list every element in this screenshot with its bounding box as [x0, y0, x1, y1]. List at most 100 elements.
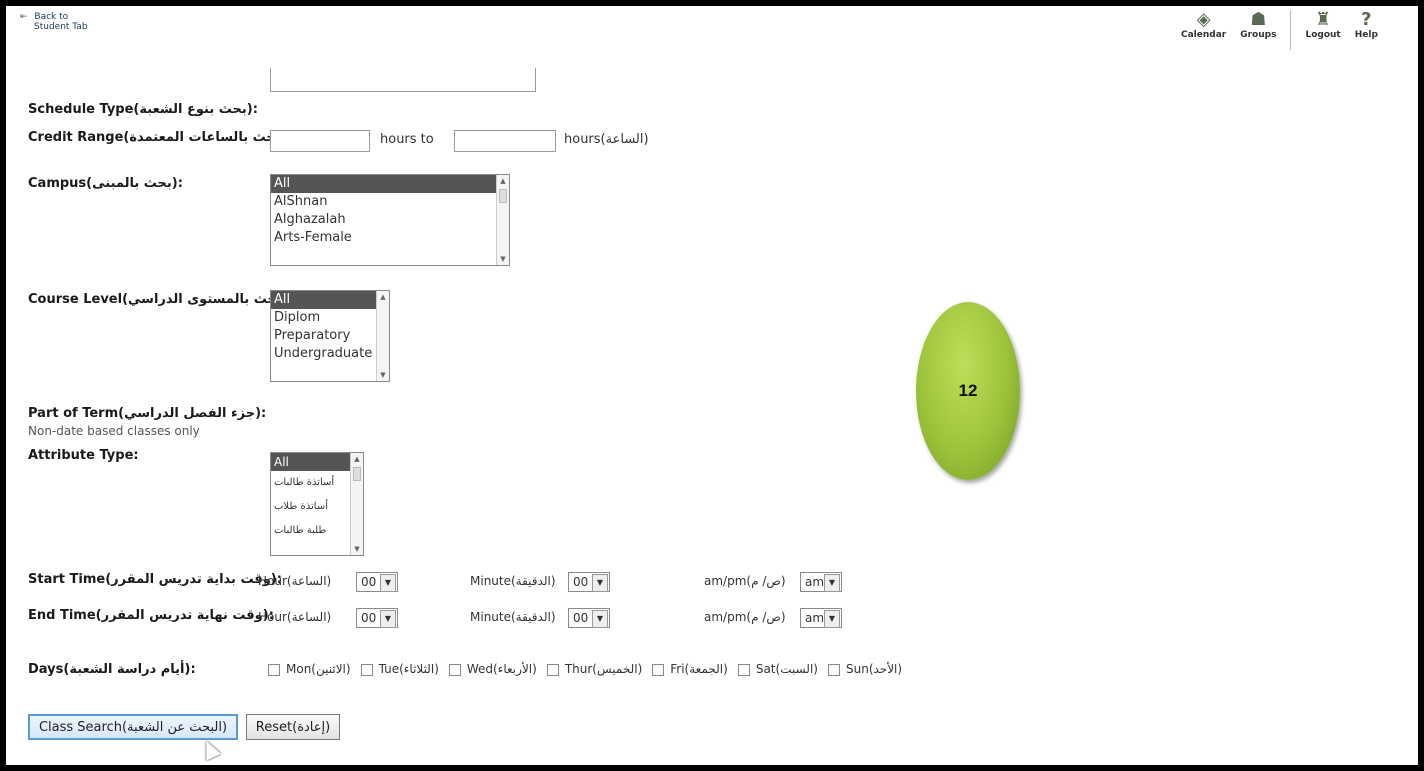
checkbox[interactable]: [268, 663, 280, 676]
checkbox[interactable]: [737, 663, 750, 676]
end-hour-label: Hour(الساعة): [258, 610, 332, 624]
end-ampm-label: am/pm(ص/ م): [704, 610, 786, 624]
start-hour-label: Hour(الساعة): [258, 574, 332, 588]
attribute-scrollbar[interactable]: ▲ ▼: [350, 453, 363, 555]
course-level-listbox[interactable]: All Diplom Preparatory Undergraduate ▲ ▼: [270, 290, 390, 382]
day-label: Sun(الأحد): [845, 662, 903, 676]
credit-range-label: Credit Range(بحث بالساعات المعتمدة):: [28, 130, 292, 145]
end-hour-select[interactable]: 00 ▼: [356, 608, 398, 628]
top-nav: ◈ Calendar ☗ Groups ♜ Logout ? Help: [1181, 10, 1378, 50]
chevron-down-icon: ▼: [824, 574, 840, 592]
end-minute-value: 00: [573, 611, 589, 625]
nav-logout-label: Logout: [1305, 30, 1341, 40]
scroll-down-icon[interactable]: ▼: [497, 255, 509, 263]
credit-to-input[interactable]: [454, 130, 556, 152]
logout-icon: ♜: [1315, 9, 1332, 30]
days-checkbox-group: Mon(الاثنين) Tue(الثلاثاء) Wed(الأربعاء)…: [268, 662, 902, 676]
day-label: Fri(الجمعة): [670, 662, 728, 676]
nav-groups[interactable]: ☗ Groups: [1240, 10, 1276, 50]
groups-icon: ☗: [1250, 9, 1267, 30]
checkbox[interactable]: [360, 663, 373, 676]
start-ampm-select[interactable]: am ▼: [800, 572, 842, 592]
campus-option[interactable]: Alghazalah: [271, 211, 509, 229]
day-label: Sat(السبت): [755, 662, 818, 676]
start-ampm-label: am/pm(ص/ م): [704, 574, 786, 588]
end-ampm-value: am: [805, 611, 825, 625]
chevron-down-icon: ▼: [380, 610, 396, 628]
campus-option[interactable]: AlShnan: [271, 193, 509, 211]
chevron-down-icon: ▼: [592, 610, 608, 628]
part-of-term-note: Non-date based classes only: [28, 424, 200, 438]
end-hour-value: 00: [361, 611, 377, 625]
checkbox[interactable]: [827, 663, 840, 676]
day-sat[interactable]: Sat(السبت): [737, 662, 818, 676]
attribute-type-label: Attribute Type:: [28, 448, 139, 463]
scroll-down-icon[interactable]: ▼: [351, 545, 363, 553]
course-level-scrollbar[interactable]: ▲ ▼: [376, 291, 389, 381]
nav-logout[interactable]: ♜ Logout: [1305, 10, 1340, 50]
course-level-label: Course Level(بحث بالمستوى الدراسي):: [28, 292, 293, 307]
day-sun[interactable]: Sun(الأحد): [827, 662, 903, 676]
course-level-option[interactable]: Diplom: [271, 309, 389, 327]
nav-calendar-label: Calendar: [1181, 30, 1227, 40]
day-label: Tue(الثلاثاء): [378, 662, 439, 676]
part-of-term-label: Part of Term(جزء الفصل الدراسي):: [28, 406, 267, 421]
title-field[interactable]: [270, 68, 536, 92]
chevron-down-icon: ▼: [380, 574, 396, 592]
class-search-button[interactable]: Class Search(البحث عن الشعبة): [28, 714, 238, 740]
course-level-option[interactable]: Preparatory: [271, 327, 389, 345]
course-level-option[interactable]: Undergraduate: [271, 345, 389, 363]
scroll-up-icon[interactable]: ▲: [377, 293, 389, 301]
day-mon[interactable]: Mon(الاثنين): [268, 662, 351, 676]
nav-help-label: Help: [1354, 30, 1378, 40]
day-fri[interactable]: Fri(الجمعة): [652, 662, 728, 676]
step-number-text: 12: [958, 381, 978, 400]
credit-from-input[interactable]: [270, 130, 370, 152]
campus-option[interactable]: All: [271, 175, 497, 193]
checkbox[interactable]: [448, 663, 461, 676]
start-time-label: Start Time(وقت بداية تدريس المقرر):: [28, 572, 282, 587]
end-time-label: End Time(وقت نهاية تدريس المقرر):: [28, 608, 274, 623]
day-label: Wed(الأربعاء): [466, 662, 537, 676]
campus-scrollbar[interactable]: ▲ ▼: [496, 175, 509, 265]
campus-listbox[interactable]: All AlShnan Alghazalah Arts-Female ▲ ▼: [270, 174, 510, 266]
start-minute-select[interactable]: 00 ▼: [568, 572, 610, 592]
day-wed[interactable]: Wed(الأربعاء): [448, 662, 537, 676]
scroll-thumb[interactable]: [353, 467, 361, 481]
hours-text: hours(الساعة): [564, 132, 649, 147]
calendar-icon: ◈: [1196, 9, 1211, 30]
day-thur[interactable]: Thur(الخميس): [546, 662, 642, 676]
days-label: Days(أيام دراسة الشعبة):: [28, 662, 196, 677]
scroll-thumb[interactable]: [499, 189, 507, 203]
campus-label: Campus(بحث بالمبنى):: [28, 176, 183, 191]
back-to-student-tab-link[interactable]: ⇤ Back to Student Tab: [20, 12, 88, 32]
start-hour-select[interactable]: 00 ▼: [356, 572, 398, 592]
nav-help[interactable]: ? Help: [1355, 10, 1378, 50]
chevron-down-icon: ▼: [592, 574, 608, 592]
start-minute-label: Minute(الدقيقة): [470, 574, 556, 588]
scroll-up-icon[interactable]: ▲: [351, 455, 363, 463]
step-number-badge: 12: [916, 302, 1020, 480]
hours-to-text: hours to: [380, 132, 434, 147]
checkbox[interactable]: [652, 663, 665, 676]
back-arrow-icon: ⇤: [20, 12, 28, 22]
end-minute-select[interactable]: 00 ▼: [568, 608, 610, 628]
end-minute-label: Minute(الدقيقة): [470, 610, 556, 624]
checkbox[interactable]: [546, 663, 559, 676]
attribute-option[interactable]: All: [271, 453, 351, 471]
nav-groups-label: Groups: [1240, 30, 1277, 40]
start-minute-value: 00: [573, 575, 589, 589]
course-level-option[interactable]: All: [271, 291, 377, 309]
scroll-up-icon[interactable]: ▲: [497, 177, 509, 185]
chevron-down-icon: ▼: [824, 610, 840, 628]
nav-calendar[interactable]: ◈ Calendar: [1181, 10, 1226, 50]
scroll-down-icon[interactable]: ▼: [377, 371, 389, 379]
campus-option[interactable]: Arts-Female: [271, 229, 509, 247]
reset-button[interactable]: Reset(إعادة): [246, 714, 340, 740]
start-ampm-value: am: [805, 575, 825, 589]
schedule-type-label: Schedule Type(بحث بنوع الشعبة):: [28, 102, 258, 117]
end-ampm-select[interactable]: am ▼: [800, 608, 842, 628]
attribute-type-listbox[interactable]: All أساتذة طالبات أساتذة طلاب طلبة طالبا…: [270, 452, 364, 556]
day-tue[interactable]: Tue(الثلاثاء): [360, 662, 439, 676]
start-hour-value: 00: [361, 575, 377, 589]
